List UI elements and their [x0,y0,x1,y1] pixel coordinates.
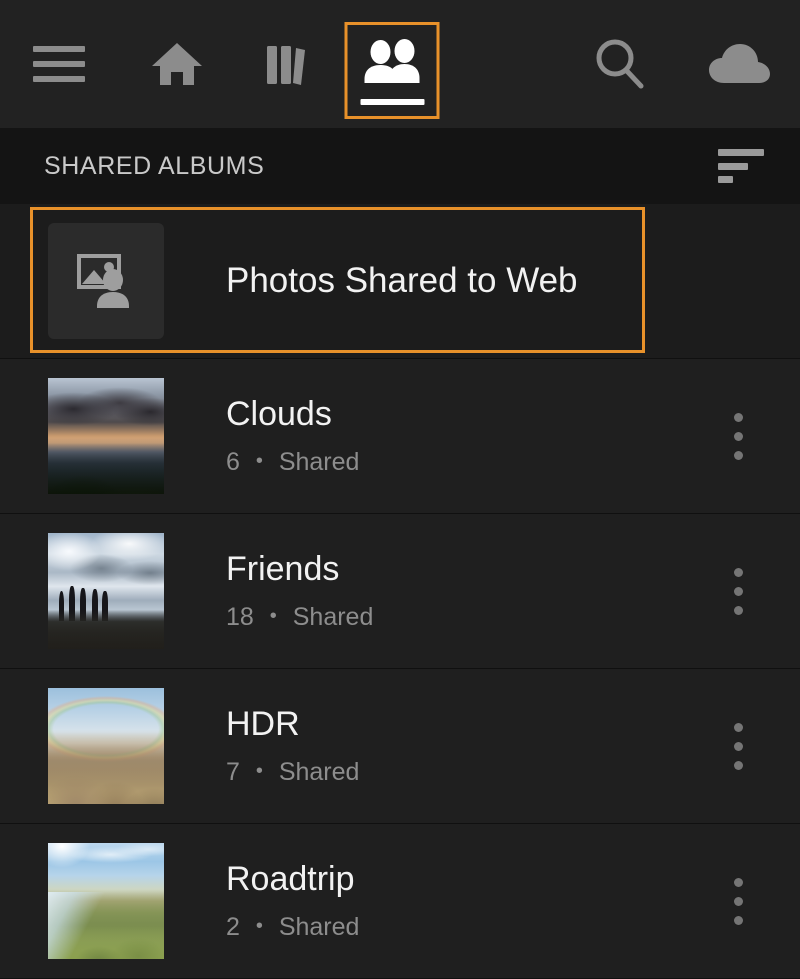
album-title: Roadtrip [226,859,355,898]
top-navigation-bar [0,0,800,128]
sort-icon[interactable] [718,149,764,183]
meta-separator-dot: • [255,760,263,783]
page-title: SHARED ALBUMS [44,151,265,180]
album-thumbnail [48,843,164,959]
album-text-block: HDR 7 • Shared [226,705,708,787]
books-icon [267,46,305,85]
album-row-hdr[interactable]: HDR 7 • Shared [0,669,800,824]
album-thumbnail [48,688,164,804]
shared-albums-header: SHARED ALBUMS [0,128,800,204]
album-meta: 18 • Shared [226,603,708,632]
search-button[interactable] [560,0,680,128]
rainbow-mountains-photo [48,688,164,804]
album-count: 6 [226,448,240,477]
cloud-sync-button[interactable] [680,0,800,128]
album-thumbnail [48,378,164,494]
album-overflow-menu-button[interactable] [708,722,768,770]
silhouette-figures [57,586,129,622]
search-icon [596,39,644,89]
album-meta: 2 • Shared [226,913,708,942]
album-row-friends[interactable]: Friends 18 • Shared [0,514,800,669]
photo-person-placeholder-icon [77,254,129,308]
people-icon [364,39,419,83]
album-overflow-menu-button[interactable] [708,567,768,615]
silhouettes-sky-photo [48,533,164,649]
album-title: HDR [226,704,300,743]
album-status: Shared [278,758,360,787]
album-title: Clouds [226,394,332,433]
album-count: 18 [226,603,254,632]
meta-separator-dot: • [255,915,263,938]
shared-albums-list: Photos Shared to Web Clouds 6 • Shared F… [0,204,800,979]
album-overflow-menu-button[interactable] [708,877,768,925]
album-text-block: Clouds 6 • Shared [226,395,708,477]
cloud-icon [709,44,770,83]
album-overflow-menu-button[interactable] [708,412,768,460]
album-title: Photos Shared to Web [226,260,578,300]
meta-separator-dot: • [269,605,277,628]
album-status: Shared [292,603,374,632]
home-icon [152,43,202,85]
album-text-block: Photos Shared to Web [226,261,800,301]
menu-button[interactable] [0,0,118,128]
album-thumbnail [48,533,164,649]
sunset-mountains-photo [48,378,164,494]
album-count: 7 [226,758,240,787]
album-title: Friends [226,549,340,588]
tab-home[interactable] [122,0,232,128]
tab-people-selection-box [344,22,440,119]
album-meta: 6 • Shared [226,448,708,477]
album-row-roadtrip[interactable]: Roadtrip 2 • Shared [0,824,800,979]
hamburger-icon [33,46,85,82]
river-valley-photo [48,843,164,959]
album-text-block: Friends 18 • Shared [226,550,708,632]
album-status: Shared [278,448,360,477]
album-status: Shared [278,913,360,942]
meta-separator-dot: • [255,450,263,473]
album-count: 2 [226,913,240,942]
tab-people-active-indicator [360,99,424,105]
album-thumbnail-placeholder [48,223,164,339]
tab-people[interactable] [342,0,442,128]
tab-library[interactable] [232,0,342,128]
album-row-photos-shared-to-web[interactable]: Photos Shared to Web [0,204,800,359]
album-row-clouds[interactable]: Clouds 6 • Shared [0,359,800,514]
album-meta: 7 • Shared [226,758,708,787]
album-text-block: Roadtrip 2 • Shared [226,860,708,942]
